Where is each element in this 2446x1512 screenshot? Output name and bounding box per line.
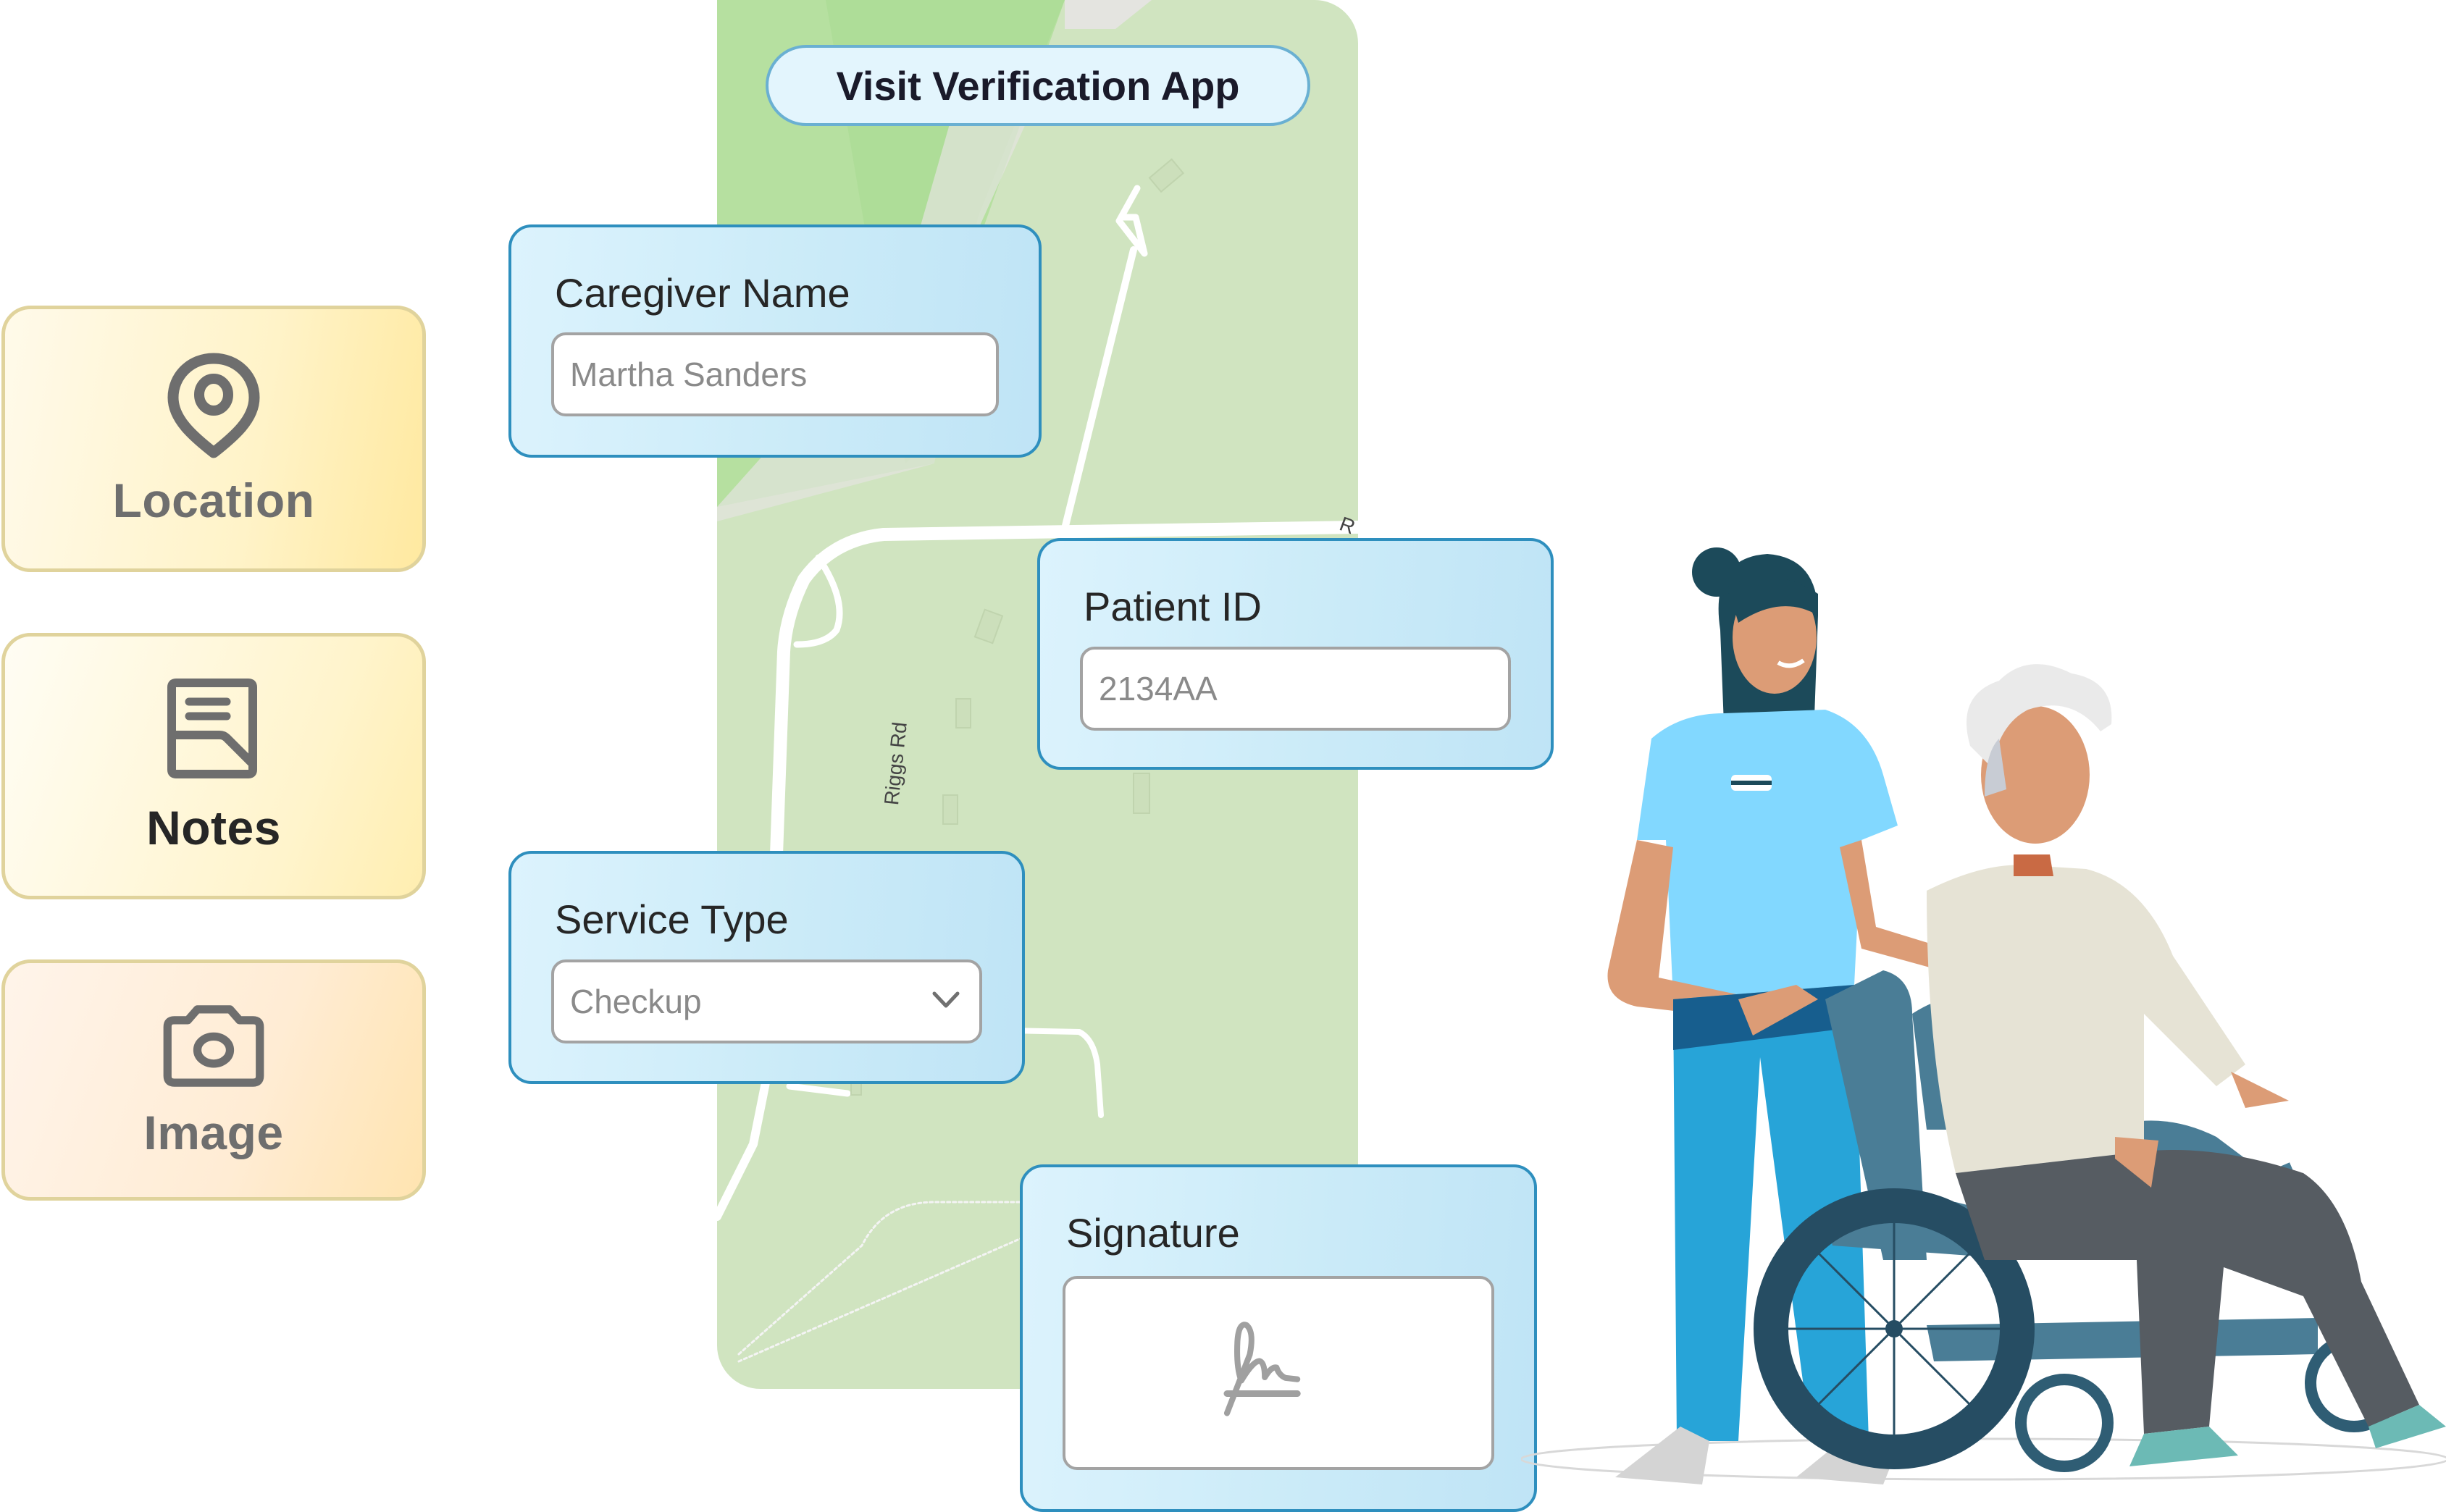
feature-label-notes: Notes — [146, 801, 281, 854]
patient-id-label: Patient ID — [1084, 584, 1262, 629]
patient-id-input[interactable]: 2134AA — [1080, 647, 1511, 731]
signature-card: Signature — [1020, 1164, 1537, 1512]
service-type-value: Checkup — [570, 983, 702, 1020]
service-card: Service Type Checkup — [508, 851, 1025, 1084]
patient-card: Patient ID 2134AA — [1037, 538, 1554, 770]
signature-label: Signature — [1066, 1210, 1240, 1256]
service-type-label: Service Type — [555, 896, 789, 942]
camera-icon — [163, 1005, 264, 1087]
caregiver-illustration — [1521, 547, 2446, 1484]
patient-id-value: 2134AA — [1099, 670, 1218, 707]
feature-label-location: Location — [112, 474, 315, 527]
caregiver-name-value: Martha Sanders — [570, 356, 808, 393]
feature-card-image[interactable]: Image — [1, 959, 426, 1201]
service-type-select[interactable]: Checkup — [551, 959, 982, 1043]
chevron-down-icon — [932, 991, 960, 1008]
note-icon — [167, 679, 257, 778]
app-title: Visit Verification App — [766, 45, 1310, 126]
signature-icon — [1223, 1322, 1301, 1416]
feature-card-location[interactable]: Location — [1, 306, 426, 572]
caregiver-name-input[interactable]: Martha Sanders — [551, 332, 999, 416]
feature-label-image: Image — [143, 1106, 284, 1159]
caregiver-label: Caregiver Name — [555, 270, 850, 316]
feature-card-notes[interactable]: Notes — [1, 633, 426, 899]
signature-pad[interactable] — [1063, 1276, 1494, 1470]
caregiver-card: Caregiver Name Martha Sanders — [508, 224, 1042, 458]
map-pin-icon — [167, 353, 260, 458]
